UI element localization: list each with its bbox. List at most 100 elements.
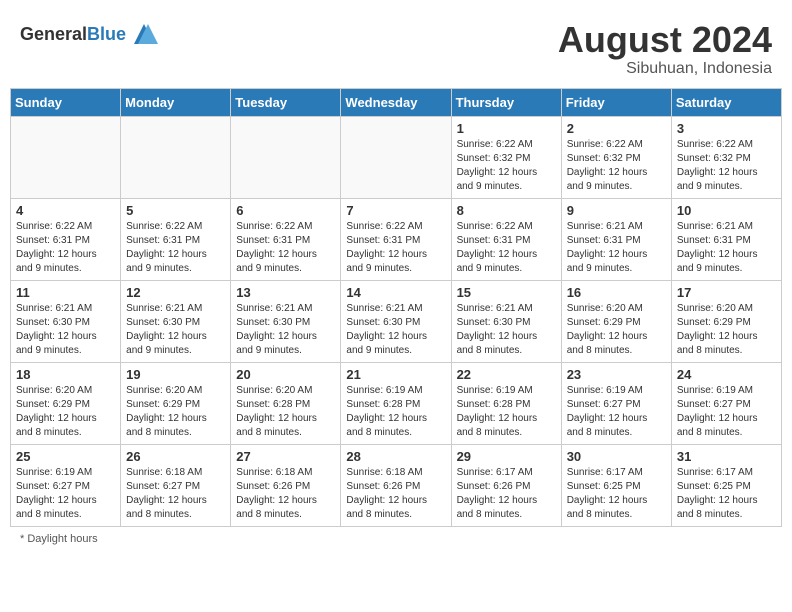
- day-number: 5: [126, 203, 225, 218]
- calendar-cell: 13 Sunrise: 6:21 AM Sunset: 6:30 PM Dayli…: [231, 280, 341, 362]
- day-info: Sunrise: 6:22 AM Sunset: 6:31 PM Dayligh…: [346, 220, 445, 276]
- day-info: Sunrise: 6:22 AM Sunset: 6:31 PM Dayligh…: [236, 220, 335, 276]
- day-number: 12: [126, 285, 225, 300]
- calendar-week-3: 18Sunrise: 6:20 AM Sunset: 6:29 PM Dayli…: [11, 362, 782, 444]
- day-info: Sunrise: 6:21 AM Sunset: 6:31 PM Dayligh…: [567, 220, 666, 276]
- calendar-cell: [121, 116, 231, 198]
- calendar-cell: 19Sunrise: 6:20 AM Sunset: 6:29 PM Dayli…: [121, 362, 231, 444]
- calendar-cell: 4 Sunrise: 6:22 AM Sunset: 6:31 PM Daylig…: [11, 198, 121, 280]
- logo: GeneralBlue: [20, 20, 158, 48]
- logo-general: General: [20, 24, 87, 44]
- day-number: 24: [677, 367, 776, 382]
- calendar-cell: [231, 116, 341, 198]
- calendar-cell: 28Sunrise: 6:18 AM Sunset: 6:26 PM Dayli…: [341, 444, 451, 526]
- day-number: 27: [236, 449, 335, 464]
- day-info: Sunrise: 6:20 AM Sunset: 6:29 PM Dayligh…: [126, 384, 225, 440]
- calendar-cell: 1Sunrise: 6:22 AM Sunset: 6:32 PM Daylig…: [451, 116, 561, 198]
- day-number: 9: [567, 203, 666, 218]
- calendar-week-0: 1 Sunrise: 6:22 AM Sunset: 6:32 PM Daylig…: [11, 116, 782, 198]
- day-number: 23: [567, 367, 666, 382]
- day-number: 26: [126, 449, 225, 464]
- day-info: Sunrise: 6:17 AM Sunset: 6:25 PM Dayligh…: [677, 466, 776, 522]
- title-area: August 2024 Sibuhuan, Indonesia: [558, 20, 772, 78]
- calendar-cell: 9 Sunrise: 6:21 AM Sunset: 6:31 PM Daylig…: [561, 198, 671, 280]
- day-info: Sunrise: 6:22 AM Sunset: 6:32 PM Dayligh…: [567, 138, 666, 194]
- day-info: Sunrise: 6:19 AM Sunset: 6:28 PM Dayligh…: [457, 384, 556, 440]
- calendar-cell: 25 Sunrise: 6:19 AM Sunset: 6:27 PM Dayli…: [11, 444, 121, 526]
- calendar-cell: 21Sunrise: 6:19 AM Sunset: 6:28 PM Dayli…: [341, 362, 451, 444]
- calendar-cell: 8 Sunrise: 6:22 AM Sunset: 6:31 PM Daylig…: [451, 198, 561, 280]
- day-number: 17: [677, 285, 776, 300]
- calendar-cell: 30 Sunrise: 6:17 AM Sunset: 6:25 PM Dayli…: [561, 444, 671, 526]
- day-header-wednesday: Wednesday: [341, 88, 451, 116]
- day-number: 30: [567, 449, 666, 464]
- day-header-thursday: Thursday: [451, 88, 561, 116]
- calendar-cell: 18Sunrise: 6:20 AM Sunset: 6:29 PM Dayli…: [11, 362, 121, 444]
- day-info: Sunrise: 6:22 AM Sunset: 6:31 PM Dayligh…: [457, 220, 556, 276]
- calendar-header-row: SundayMondayTuesdayWednesdayThursdayFrid…: [11, 88, 782, 116]
- calendar-week-1: 4 Sunrise: 6:22 AM Sunset: 6:31 PM Daylig…: [11, 198, 782, 280]
- day-number: 22: [457, 367, 556, 382]
- day-info: Sunrise: 6:18 AM Sunset: 6:27 PM Dayligh…: [126, 466, 225, 522]
- calendar-cell: 31 Sunrise: 6:17 AM Sunset: 6:25 PM Dayli…: [671, 444, 781, 526]
- day-header-saturday: Saturday: [671, 88, 781, 116]
- footer-note: * Daylight hours: [10, 527, 782, 551]
- day-number: 3: [677, 121, 776, 136]
- day-info: Sunrise: 6:18 AM Sunset: 6:26 PM Dayligh…: [236, 466, 335, 522]
- calendar-cell: [11, 116, 121, 198]
- day-info: Sunrise: 6:21 AM Sunset: 6:31 PM Dayligh…: [677, 220, 776, 276]
- day-number: 15: [457, 285, 556, 300]
- logo-icon: [130, 20, 158, 48]
- day-info: Sunrise: 6:20 AM Sunset: 6:29 PM Dayligh…: [677, 302, 776, 358]
- calendar-cell: 7 Sunrise: 6:22 AM Sunset: 6:31 PM Daylig…: [341, 198, 451, 280]
- day-info: Sunrise: 6:19 AM Sunset: 6:28 PM Dayligh…: [346, 384, 445, 440]
- calendar-cell: 14 Sunrise: 6:21 AM Sunset: 6:30 PM Dayli…: [341, 280, 451, 362]
- calendar-cell: 27 Sunrise: 6:18 AM Sunset: 6:26 PM Dayli…: [231, 444, 341, 526]
- calendar-week-2: 11 Sunrise: 6:21 AM Sunset: 6:30 PM Dayli…: [11, 280, 782, 362]
- day-info: Sunrise: 6:21 AM Sunset: 6:30 PM Dayligh…: [346, 302, 445, 358]
- day-header-tuesday: Tuesday: [231, 88, 341, 116]
- day-number: 11: [16, 285, 115, 300]
- day-info: Sunrise: 6:22 AM Sunset: 6:31 PM Dayligh…: [126, 220, 225, 276]
- day-number: 29: [457, 449, 556, 464]
- day-info: Sunrise: 6:21 AM Sunset: 6:30 PM Dayligh…: [236, 302, 335, 358]
- day-header-sunday: Sunday: [11, 88, 121, 116]
- day-number: 13: [236, 285, 335, 300]
- header: GeneralBlue August 2024 Sibuhuan, Indone…: [10, 10, 782, 83]
- day-number: 31: [677, 449, 776, 464]
- day-info: Sunrise: 6:17 AM Sunset: 6:25 PM Dayligh…: [567, 466, 666, 522]
- calendar-cell: 12Sunrise: 6:21 AM Sunset: 6:30 PM Dayli…: [121, 280, 231, 362]
- day-info: Sunrise: 6:19 AM Sunset: 6:27 PM Dayligh…: [16, 466, 115, 522]
- day-info: Sunrise: 6:20 AM Sunset: 6:29 PM Dayligh…: [16, 384, 115, 440]
- day-number: 4: [16, 203, 115, 218]
- day-number: 1: [457, 121, 556, 136]
- month-year: August 2024: [558, 20, 772, 60]
- calendar-cell: 23 Sunrise: 6:19 AM Sunset: 6:27 PM Dayli…: [561, 362, 671, 444]
- calendar-cell: 24 Sunrise: 6:19 AM Sunset: 6:27 PM Dayli…: [671, 362, 781, 444]
- calendar-cell: 22 Sunrise: 6:19 AM Sunset: 6:28 PM Dayli…: [451, 362, 561, 444]
- day-number: 2: [567, 121, 666, 136]
- day-info: Sunrise: 6:20 AM Sunset: 6:28 PM Dayligh…: [236, 384, 335, 440]
- day-number: 28: [346, 449, 445, 464]
- day-info: Sunrise: 6:22 AM Sunset: 6:32 PM Dayligh…: [677, 138, 776, 194]
- day-number: 20: [236, 367, 335, 382]
- day-info: Sunrise: 6:21 AM Sunset: 6:30 PM Dayligh…: [457, 302, 556, 358]
- calendar-cell: 16Sunrise: 6:20 AM Sunset: 6:29 PM Dayli…: [561, 280, 671, 362]
- day-info: Sunrise: 6:22 AM Sunset: 6:31 PM Dayligh…: [16, 220, 115, 276]
- day-info: Sunrise: 6:17 AM Sunset: 6:26 PM Dayligh…: [457, 466, 556, 522]
- day-number: 14: [346, 285, 445, 300]
- day-header-friday: Friday: [561, 88, 671, 116]
- calendar-table: SundayMondayTuesdayWednesdayThursdayFrid…: [10, 88, 782, 527]
- day-number: 6: [236, 203, 335, 218]
- day-info: Sunrise: 6:19 AM Sunset: 6:27 PM Dayligh…: [677, 384, 776, 440]
- day-number: 7: [346, 203, 445, 218]
- calendar-cell: 20 Sunrise: 6:20 AM Sunset: 6:28 PM Dayli…: [231, 362, 341, 444]
- day-info: Sunrise: 6:20 AM Sunset: 6:29 PM Dayligh…: [567, 302, 666, 358]
- day-number: 8: [457, 203, 556, 218]
- day-number: 25: [16, 449, 115, 464]
- day-number: 10: [677, 203, 776, 218]
- day-info: Sunrise: 6:19 AM Sunset: 6:27 PM Dayligh…: [567, 384, 666, 440]
- calendar-cell: 6 Sunrise: 6:22 AM Sunset: 6:31 PM Daylig…: [231, 198, 341, 280]
- calendar-cell: [341, 116, 451, 198]
- calendar-cell: 3 Sunrise: 6:22 AM Sunset: 6:32 PM Daylig…: [671, 116, 781, 198]
